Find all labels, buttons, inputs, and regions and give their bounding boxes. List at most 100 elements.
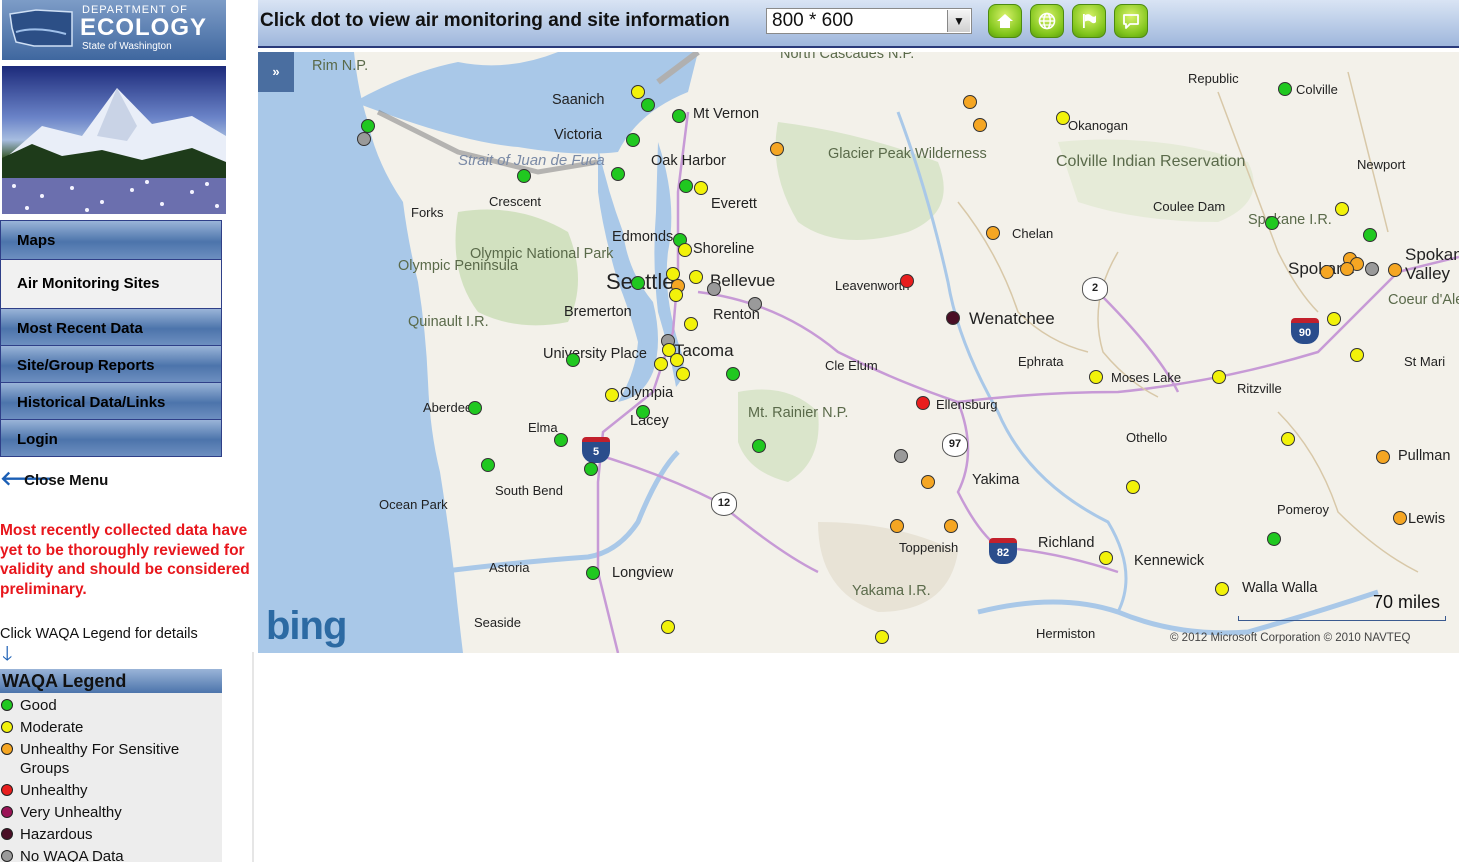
map-copyright: © 2012 Microsoft Corporation © 2010 NAVT… [1170,632,1411,644]
site-marker-moderate[interactable] [1089,370,1103,384]
place-label: Bremerton [564,304,632,320]
site-marker-usg[interactable] [1393,511,1407,525]
site-marker-moderate[interactable] [669,288,683,302]
site-marker-moderate[interactable] [1335,202,1349,216]
site-marker-good[interactable] [752,439,766,453]
site-marker-moderate[interactable] [1327,312,1341,326]
speech-bubble-icon [1123,14,1139,29]
site-marker-moderate[interactable] [631,85,645,99]
site-marker-usg[interactable] [890,519,904,533]
site-marker-moderate[interactable] [676,367,690,381]
site-marker-good[interactable] [468,401,482,415]
site-marker-good[interactable] [1278,82,1292,96]
site-marker-moderate[interactable] [875,630,889,644]
site-marker-unhealthy[interactable] [900,274,914,288]
site-marker-moderate[interactable] [1212,370,1226,384]
site-marker-usg[interactable] [1320,265,1334,279]
site-marker-good[interactable] [584,462,598,476]
site-marker-moderate[interactable] [654,357,668,371]
site-marker-good[interactable] [641,98,655,112]
map-size-select[interactable]: 800 * 600 ▼ [766,8,972,34]
site-marker-good[interactable] [631,276,645,290]
site-marker-good[interactable] [517,169,531,183]
site-marker-moderate[interactable] [1215,582,1229,596]
place-label: Leavenworth [835,278,910,293]
menu-item-login[interactable]: Login [0,420,222,457]
site-marker-good[interactable] [679,179,693,193]
place-label: Olympic National Park [470,246,614,262]
expand-panel-button[interactable]: » [258,52,294,92]
site-marker-usg[interactable] [944,519,958,533]
site-marker-moderate[interactable] [1126,480,1140,494]
waqa-legend[interactable]: WAQA Legend Good Moderate Unhealthy For Se… [0,669,222,862]
menu-item-air-monitoring-sites[interactable]: Air Monitoring Sites [0,260,222,309]
site-marker-good[interactable] [611,167,625,181]
site-marker-moderate[interactable] [1056,111,1070,125]
site-marker-good[interactable] [481,458,495,472]
site-marker-good[interactable] [361,119,375,133]
menu-item-maps[interactable]: Maps [0,220,222,260]
chevron-down-icon[interactable]: ▼ [947,10,970,32]
site-marker-moderate[interactable] [605,388,619,402]
legend-title[interactable]: WAQA Legend [0,669,222,693]
site-marker-usg[interactable] [921,475,935,489]
menu-item-site-group-reports[interactable]: Site/Group Reports [0,346,222,383]
legend-color-dot [1,850,13,862]
site-marker-usg[interactable] [1376,450,1390,464]
site-marker-moderate[interactable] [694,181,708,195]
flag-button[interactable] [1072,4,1106,38]
site-marker-moderate[interactable] [1281,432,1295,446]
map-basemap [258,52,1459,653]
place-label: Astoria [489,560,530,575]
site-marker-moderate[interactable] [684,317,698,331]
site-marker-good[interactable] [1267,532,1281,546]
place-label: Lewis [1408,511,1446,527]
site-marker-no-data[interactable] [357,132,371,146]
site-marker-good[interactable] [672,109,686,123]
menu-item-historical-data-links[interactable]: Historical Data/Links [0,383,222,420]
preliminary-data-disclaimer: Most recently collected data have yet to… [0,522,250,598]
comment-button[interactable] [1114,4,1148,38]
site-marker-moderate[interactable] [661,620,675,634]
place-label: Ritzville [1237,381,1282,396]
site-marker-moderate[interactable] [1350,348,1364,362]
place-label: Forks [411,205,444,220]
site-marker-usg[interactable] [963,95,977,109]
site-marker-moderate[interactable] [678,243,692,257]
site-marker-good[interactable] [554,433,568,447]
site-marker-hazardous[interactable] [946,311,960,325]
site-marker-unhealthy[interactable] [916,396,930,410]
air-monitoring-map[interactable]: » Saanich Victoria Mt Vernon Oak Harbor … [258,52,1459,653]
site-marker-good[interactable] [726,367,740,381]
site-marker-good[interactable] [636,405,650,419]
site-marker-moderate[interactable] [670,353,684,367]
site-marker-no-data[interactable] [1365,262,1379,276]
site-marker-no-data[interactable] [894,449,908,463]
site-marker-good[interactable] [1265,216,1279,230]
site-marker-moderate[interactable] [1099,551,1113,565]
site-marker-usg[interactable] [1388,263,1402,277]
us-route-shield: 97 [942,433,968,457]
menu-item-most-recent-data[interactable]: Most Recent Data [0,309,222,346]
place-label: Rim N.P. [312,58,369,74]
site-marker-moderate[interactable] [689,270,703,284]
site-marker-usg[interactable] [973,118,987,132]
site-marker-good[interactable] [586,566,600,580]
place-label: Chelan [1012,226,1054,241]
home-button[interactable] [988,4,1022,38]
site-marker-good[interactable] [1363,228,1377,242]
place-label: Glacier Peak Wilderness [828,146,987,162]
site-marker-usg[interactable] [986,226,1000,240]
close-menu-button[interactable]: 🡐 Close Menu [0,466,108,491]
site-marker-no-data[interactable] [707,282,721,296]
bing-logo[interactable]: bing [266,604,347,649]
site-marker-good[interactable] [566,353,580,367]
legend-color-dot [1,743,13,755]
legend-item: Moderate [0,718,222,737]
site-marker-usg[interactable] [1340,262,1354,276]
site-marker-good[interactable] [626,133,640,147]
ecology-logo[interactable]: DEPARTMENT OF ECOLOGY State of Washingto… [2,0,226,60]
site-marker-usg[interactable] [770,142,784,156]
site-marker-no-data[interactable] [748,297,762,311]
globe-button[interactable] [1030,4,1064,38]
